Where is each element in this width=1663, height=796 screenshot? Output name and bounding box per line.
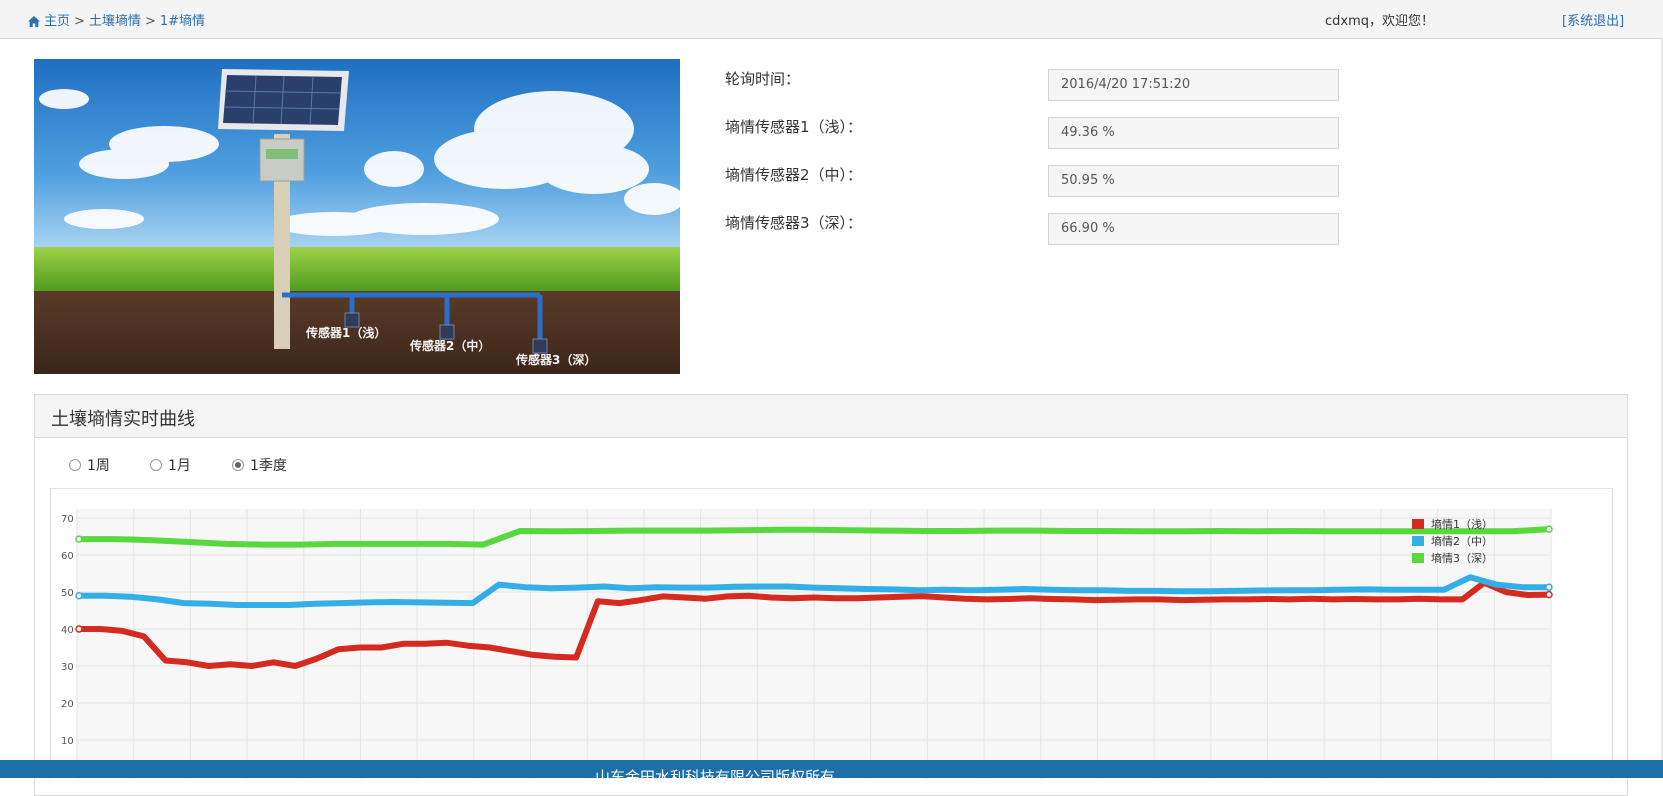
- welcome-text: cdxmq，欢迎您！: [1325, 14, 1435, 29]
- home-icon: [28, 16, 40, 27]
- breadcrumb-section-link[interactable]: 土壤墒情: [89, 14, 141, 29]
- chart-container: 10 20 30 40 50 60 70 墒情1（浅） 墒情2（中） 墒情3（深）: [50, 488, 1613, 779]
- copyright-text: 山东金田水利科技有限公司版权所有: [595, 768, 836, 778]
- sensor2-label: 传感器2（中）: [409, 338, 490, 353]
- series-start-point: [75, 535, 83, 543]
- legend-label-1[interactable]: 墒情1（浅）: [1431, 518, 1493, 531]
- sensor1-label: 传感器1（浅）: [305, 325, 386, 340]
- poll-time-label: 轮询时间：: [725, 70, 801, 88]
- series-start-point: [75, 625, 83, 633]
- radio-quarter[interactable]: [232, 459, 244, 471]
- sensor3-label-text: 墒情传感器3（深）：: [725, 214, 863, 232]
- sensor2-label-text: 墒情传感器2（中）：: [725, 166, 863, 184]
- y-tick-label: 60: [61, 551, 74, 562]
- breadcrumb-separator: >: [74, 14, 85, 29]
- sensor1-label-text: 墒情传感器1（浅）：: [725, 118, 863, 136]
- range-option-month[interactable]: 1月: [150, 455, 191, 475]
- station-illustration-svg: 传感器1（浅） 传感器2（中） 传感器3（深）: [34, 59, 680, 374]
- range-option-week[interactable]: 1周: [69, 455, 110, 475]
- sensor1-field[interactable]: 49.36 %: [1048, 117, 1339, 149]
- legend-label-2[interactable]: 墒情2（中）: [1431, 535, 1493, 548]
- y-tick-label: 70: [61, 514, 74, 525]
- y-tick-label: 10: [61, 736, 74, 747]
- y-axis: 10 20 30 40 50 60 70: [61, 514, 74, 747]
- series-start-point: [75, 591, 83, 600]
- radio-month[interactable]: [150, 459, 162, 471]
- legend-swatch-2: [1412, 536, 1424, 546]
- sensor3-label: 传感器3（深）: [515, 352, 596, 367]
- series-end-point: [1545, 590, 1553, 599]
- breadcrumb-separator: >: [144, 14, 156, 29]
- radio-week[interactable]: [69, 459, 81, 471]
- breadcrumb: 主页 > 土壤墒情 >1#墒情: [28, 10, 205, 29]
- station-illustration: 传感器1（浅） 传感器2（中） 传感器3（深）: [34, 59, 680, 374]
- breadcrumb-current-link[interactable]: 1#墒情: [160, 14, 205, 29]
- series-end-point: [1545, 583, 1553, 591]
- range-option-quarter[interactable]: 1季度: [232, 455, 287, 475]
- breadcrumb-home-link[interactable]: 主页: [44, 14, 70, 29]
- realtime-curve-panel: 土壤墒情实时曲线 1周 1月 1季度 10 20 30 40 50 60 70 墒情1（浅）…: [34, 394, 1628, 796]
- logout-container: [系统退出]: [1562, 10, 1624, 29]
- legend-swatch-3: [1412, 553, 1424, 563]
- panel-title: 土壤墒情实时曲线: [35, 395, 1627, 438]
- logout-link[interactable]: [系统退出]: [1562, 14, 1624, 29]
- y-tick-label: 30: [61, 662, 74, 673]
- sensor2-field[interactable]: 50.95 %: [1048, 165, 1339, 197]
- y-tick-label: 50: [61, 588, 74, 599]
- sensor3-field[interactable]: 66.90 %: [1048, 213, 1339, 245]
- legend-swatch-1: [1412, 519, 1424, 529]
- top-bar: 主页 > 土壤墒情 >1#墒情 cdxmq，欢迎您！ [系统退出]: [0, 0, 1663, 39]
- range-option-month-label: 1月: [168, 458, 191, 474]
- y-tick-label: 20: [61, 699, 74, 710]
- range-option-week-label: 1周: [87, 458, 110, 474]
- range-option-quarter-label: 1季度: [250, 458, 287, 474]
- poll-time-field[interactable]: 2016/4/20 17:51:20: [1048, 69, 1339, 101]
- series-end-point: [1545, 525, 1553, 533]
- moisture-line-chart: 10 20 30 40 50 60 70 墒情1（浅） 墒情2（中） 墒情3（深）: [61, 509, 1553, 779]
- legend-label-3[interactable]: 墒情3（深）: [1431, 552, 1493, 565]
- y-tick-label: 40: [61, 625, 74, 636]
- footer-bar: 山东金田水利科技有限公司版权所有: [0, 760, 1663, 778]
